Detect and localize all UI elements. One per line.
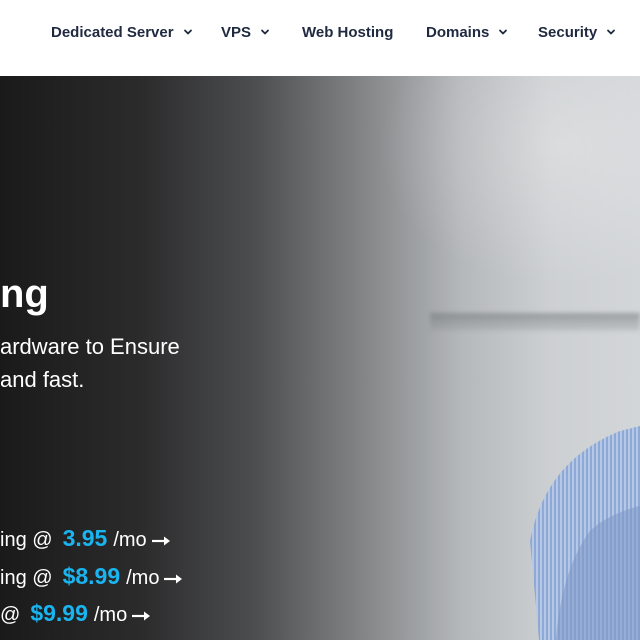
nav-item-label: Dedicated Server	[51, 23, 174, 41]
nav-item-domains[interactable]: Domains	[426, 22, 508, 42]
offer-text: @	[0, 604, 21, 626]
offer-text: ing @	[0, 567, 53, 589]
nav-item-label: Domains	[426, 23, 490, 41]
hero-subtitle-line: and fast.	[0, 367, 85, 392]
chevron-down-icon	[183, 27, 193, 37]
chevron-down-icon	[606, 27, 616, 37]
offer-text: ing @	[0, 529, 53, 551]
nav-item-vps[interactable]: VPS	[221, 22, 270, 42]
hosting-offer-link[interactable]: ing @ $8.99 /mo	[0, 563, 183, 595]
offer-price: 3.95	[62, 525, 108, 551]
arrow-right-icon	[151, 535, 171, 547]
hero-title: ng	[0, 272, 49, 316]
hero-banner: ng ardware to Ensure and fast. ing @ 3.9…	[0, 76, 640, 640]
offer-unit: /mo	[113, 529, 147, 551]
arrow-right-icon	[131, 610, 151, 622]
chevron-down-icon	[498, 27, 508, 37]
offer-unit: /mo	[93, 604, 128, 626]
nav-item-web-hosting[interactable]: Web Hosting	[302, 22, 393, 42]
offer-price: $9.99	[30, 600, 88, 626]
nav-item-label: VPS	[221, 23, 252, 41]
nav-item-dedicated-server[interactable]: Dedicated Server	[51, 22, 193, 42]
offer-price: $8.99	[62, 563, 121, 589]
main-navigation: Dedicated Server VPS Web Hosting Domains…	[0, 0, 640, 76]
arrow-right-icon	[163, 573, 183, 585]
hero-person-image	[530, 426, 640, 640]
chevron-down-icon	[260, 27, 270, 37]
offer-unit: /mo	[126, 567, 160, 589]
hosting-offer-link[interactable]: @ $9.99 /mo	[0, 600, 151, 632]
hero-subtitle-line: ardware to Ensure	[0, 334, 180, 359]
nav-item-label: Security	[538, 23, 598, 41]
nav-item-label: Web Hosting	[302, 23, 394, 41]
nav-item-security[interactable]: Security	[538, 22, 616, 42]
hosting-offer-link[interactable]: ing @ 3.95 /mo	[0, 525, 171, 557]
hero-background-shelf	[430, 313, 640, 331]
